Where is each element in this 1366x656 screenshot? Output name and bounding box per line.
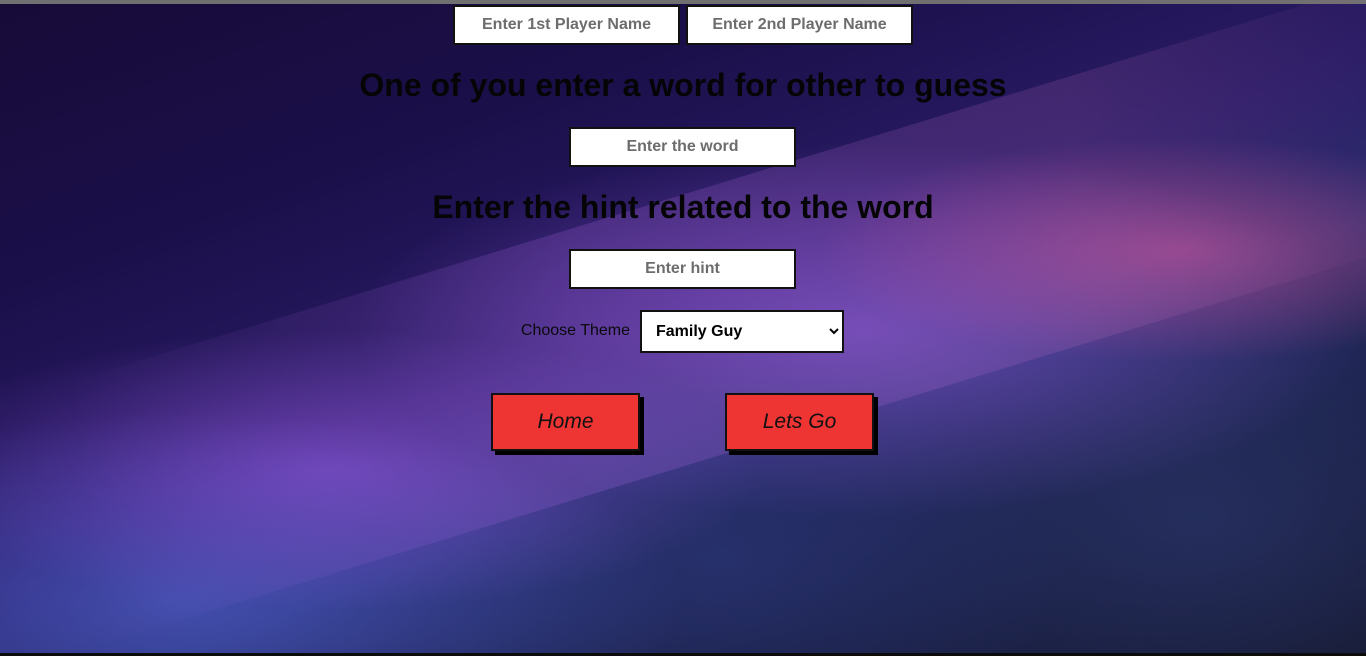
hint-input[interactable] xyxy=(569,249,796,289)
word-instruction-heading: One of you enter a word for other to gue… xyxy=(359,67,1007,103)
game-setup-screen: One of you enter a word for other to gue… xyxy=(0,0,1366,656)
word-input[interactable] xyxy=(569,127,796,167)
player2-name-input[interactable] xyxy=(686,5,913,45)
window-top-border xyxy=(0,0,1366,4)
home-button[interactable]: Home xyxy=(491,393,640,451)
lets-go-button[interactable]: Lets Go xyxy=(725,393,874,451)
theme-select[interactable]: Family Guy xyxy=(640,310,844,353)
theme-label: Choose Theme xyxy=(520,322,630,339)
hint-instruction-heading: Enter the hint related to the word xyxy=(432,189,934,225)
player1-name-input[interactable] xyxy=(453,5,680,45)
